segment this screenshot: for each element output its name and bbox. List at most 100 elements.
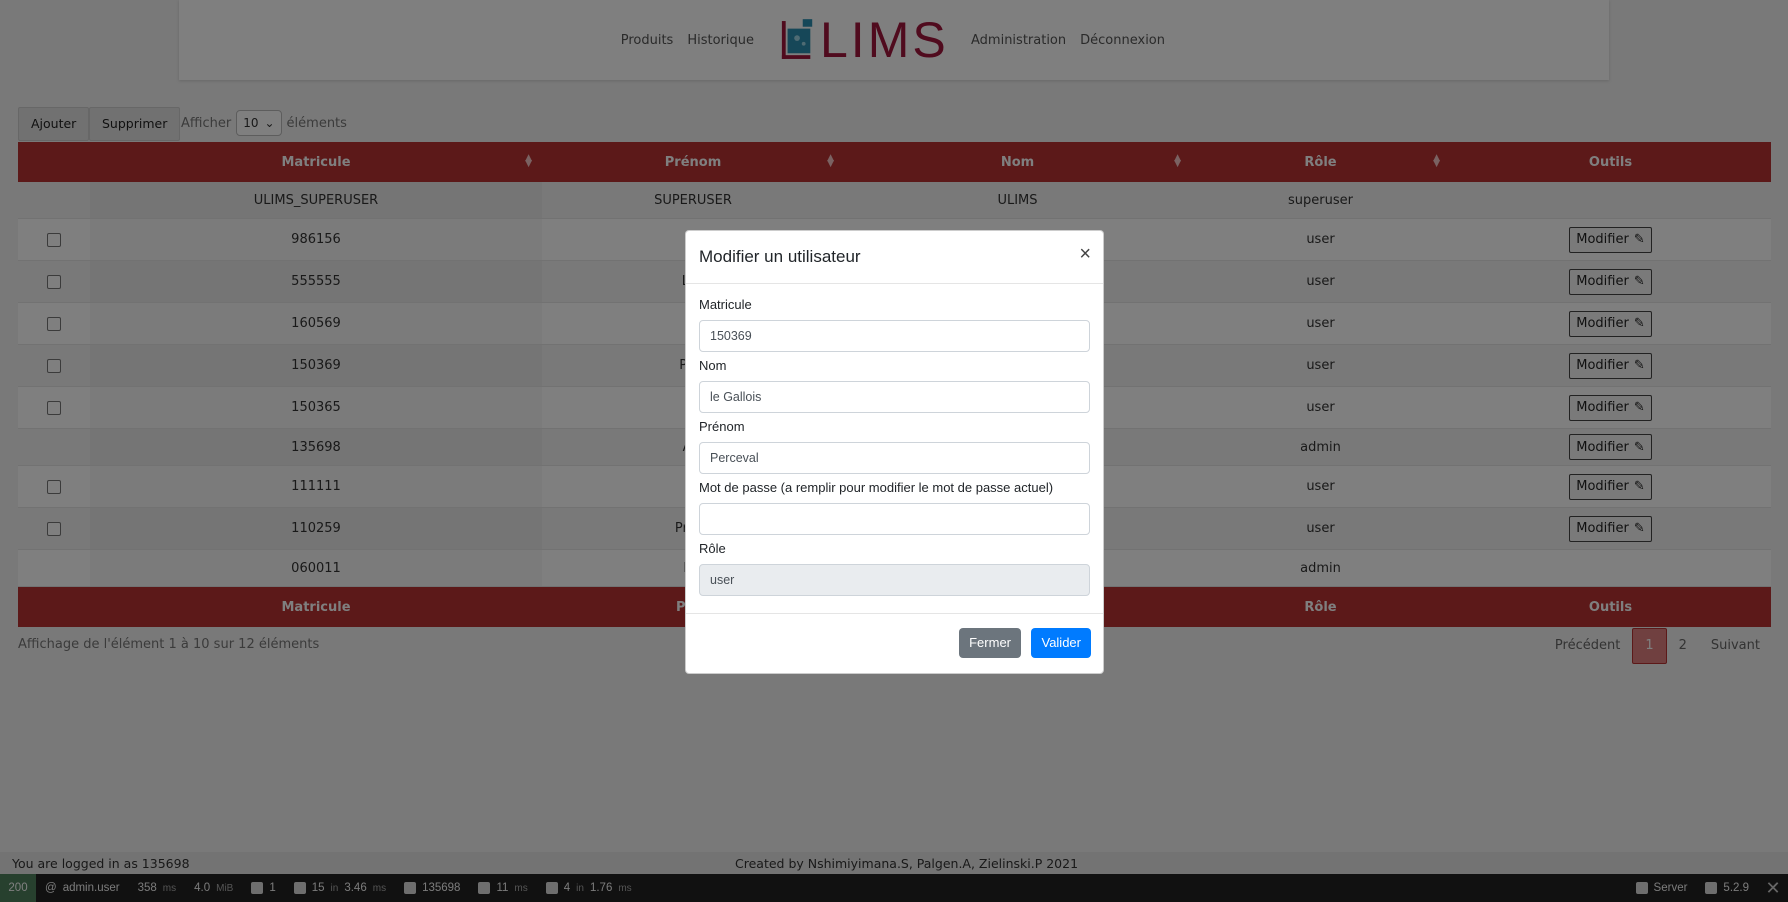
cell-matricule: 110259 <box>90 507 542 550</box>
col-outils: Outils <box>1450 142 1771 182</box>
row-select-cell <box>18 465 90 508</box>
logo-text: LIMS <box>820 12 949 68</box>
add-button[interactable]: Ajouter <box>18 107 90 141</box>
cell-matricule: 555555 <box>90 260 542 303</box>
pencil-icon: ✎ <box>1633 358 1645 373</box>
cell-matricule: 135698 <box>90 428 542 466</box>
cell-matricule: 111111 <box>90 465 542 508</box>
pagination-page-2[interactable]: 2 <box>1667 629 1699 663</box>
prenom-label: Prénom <box>699 419 745 434</box>
edit-button[interactable]: Modifier ✎ <box>1569 434 1652 460</box>
modal-body: Matricule 150369 Nom le Gallois Prénom P… <box>699 297 1090 602</box>
debug-right: Server 5.2.9 ✕ <box>1627 878 1788 899</box>
modal-close-button[interactable]: × <box>1079 244 1091 264</box>
debug-errors[interactable]: 1 <box>242 882 284 894</box>
prenom-field[interactable]: Perceval <box>699 442 1090 474</box>
cell-role: user <box>1191 507 1450 550</box>
credits-text: Created by Nshimiyimana.S, Palgen.A, Zie… <box>735 856 1079 871</box>
row-checkbox[interactable] <box>47 274 61 289</box>
nav-left: Produits Historique <box>621 0 754 80</box>
row-checkbox[interactable] <box>47 400 61 415</box>
row-select-cell <box>18 549 90 587</box>
sort-icon: ▲ ▼ <box>525 153 532 169</box>
close-icon[interactable]: ✕ <box>1758 878 1788 899</box>
cell-outils <box>1450 182 1771 219</box>
pencil-icon: ✎ <box>1633 274 1645 289</box>
pagination-page-1[interactable]: 1 <box>1632 628 1667 664</box>
col-matricule[interactable]: Matricule ▲ ▼ <box>90 142 542 182</box>
row-select-cell <box>18 386 90 429</box>
debug-twig[interactable]: 11 ms <box>469 882 536 894</box>
submit-button[interactable]: Valider <box>1031 628 1091 658</box>
edit-button[interactable]: Modifier ✎ <box>1569 515 1652 542</box>
edit-user-modal: Modifier un utilisateur × Matricule 1503… <box>685 230 1104 674</box>
edit-button[interactable]: Modifier ✎ <box>1569 268 1652 295</box>
debug-db[interactable]: 15 in 3.46 ms <box>285 882 395 894</box>
password-label: Mot de passe (a remplir pour modifier le… <box>699 480 1054 495</box>
nav-produits[interactable]: Produits <box>621 33 674 48</box>
debug-time[interactable]: 358 ms <box>129 882 186 894</box>
row-select-cell <box>18 302 90 345</box>
debug-server[interactable]: Server <box>1627 882 1697 894</box>
nav-administration[interactable]: Administration <box>971 33 1066 48</box>
nav-historique[interactable]: Historique <box>687 33 754 48</box>
edit-button[interactable]: Modifier ✎ <box>1569 352 1652 379</box>
debug-user[interactable]: 135698 <box>395 882 469 894</box>
row-checkbox[interactable] <box>47 358 61 373</box>
cell-matricule: 150369 <box>90 344 542 387</box>
status-code-badge[interactable]: 200 <box>0 874 36 902</box>
cell-role: superuser <box>1191 182 1450 219</box>
cell-outils: Modifier ✎ <box>1450 465 1771 508</box>
nav-deconnexion[interactable]: Déconnexion <box>1080 33 1165 48</box>
cell-outils: Modifier ✎ <box>1450 302 1771 345</box>
cell-outils: Modifier ✎ <box>1450 386 1771 429</box>
pencil-icon: ✎ <box>1633 400 1645 415</box>
close-button[interactable]: Fermer <box>959 628 1021 658</box>
modal-title: Modifier un utilisateur <box>699 247 861 266</box>
row-checkbox[interactable] <box>47 232 61 247</box>
debug-route[interactable]: @ admin.user <box>36 882 129 894</box>
ulims-logo[interactable]: LIMS <box>780 12 949 68</box>
edit-button[interactable]: Modifier ✎ <box>1569 226 1652 253</box>
debug-version[interactable]: 5.2.9 <box>1696 882 1758 894</box>
delete-button[interactable]: Supprimer <box>89 107 181 141</box>
page-length-value: 10 <box>243 116 259 130</box>
matricule-field[interactable]: 150369 <box>699 320 1090 352</box>
edit-button-label: Modifier <box>1576 439 1629 455</box>
cell-outils: Modifier ✎ <box>1450 260 1771 303</box>
pagination-next[interactable]: Suivant <box>1699 629 1772 663</box>
page-length-select[interactable]: 10 ⌄ <box>236 110 282 136</box>
modal-footer: Fermer Valider <box>686 613 1103 674</box>
cell-role: user <box>1191 218 1450 261</box>
role-field[interactable]: user <box>699 564 1090 596</box>
pencil-icon: ✎ <box>1633 521 1645 536</box>
pagination-previous[interactable]: Précédent <box>1543 629 1632 663</box>
edit-button[interactable]: Modifier ✎ <box>1569 310 1652 337</box>
cell-matricule: 060011 <box>90 549 542 587</box>
cell-nom: ULIMS <box>844 182 1191 219</box>
top-navbar: Produits Historique LIMS Administration … <box>179 0 1609 80</box>
row-checkbox[interactable] <box>47 479 61 494</box>
edit-button[interactable]: Modifier ✎ <box>1569 473 1652 500</box>
modal-header: Modifier un utilisateur × <box>686 231 1103 284</box>
cell-matricule: 150365 <box>90 386 542 429</box>
edit-button[interactable]: Modifier ✎ <box>1569 394 1652 421</box>
edit-button-label: Modifier <box>1576 274 1629 289</box>
cell-outils: Modifier ✎ <box>1450 218 1771 261</box>
nom-field[interactable]: le Gallois <box>699 381 1090 413</box>
beaker-icon <box>781 19 813 59</box>
row-checkbox[interactable] <box>47 316 61 331</box>
row-checkbox[interactable] <box>47 521 61 536</box>
col-prenom[interactable]: Prénom ▲ ▼ <box>542 142 844 182</box>
col-nom[interactable]: Nom ▲ ▼ <box>844 142 1191 182</box>
password-field[interactable] <box>699 503 1090 535</box>
edit-button-label: Modifier <box>1576 316 1629 331</box>
page-length-suffix: éléments <box>286 115 347 131</box>
edit-button-label: Modifier <box>1576 400 1629 415</box>
col-role[interactable]: Rôle ▲ ▼ <box>1191 142 1450 182</box>
pencil-icon: ✎ <box>1633 316 1645 331</box>
debug-memory[interactable]: 4.0 MiB <box>185 882 242 894</box>
edit-button-label: Modifier <box>1576 358 1629 373</box>
debug-cache[interactable]: 4 in 1.76 ms <box>537 882 641 894</box>
row-select-cell <box>18 507 90 550</box>
